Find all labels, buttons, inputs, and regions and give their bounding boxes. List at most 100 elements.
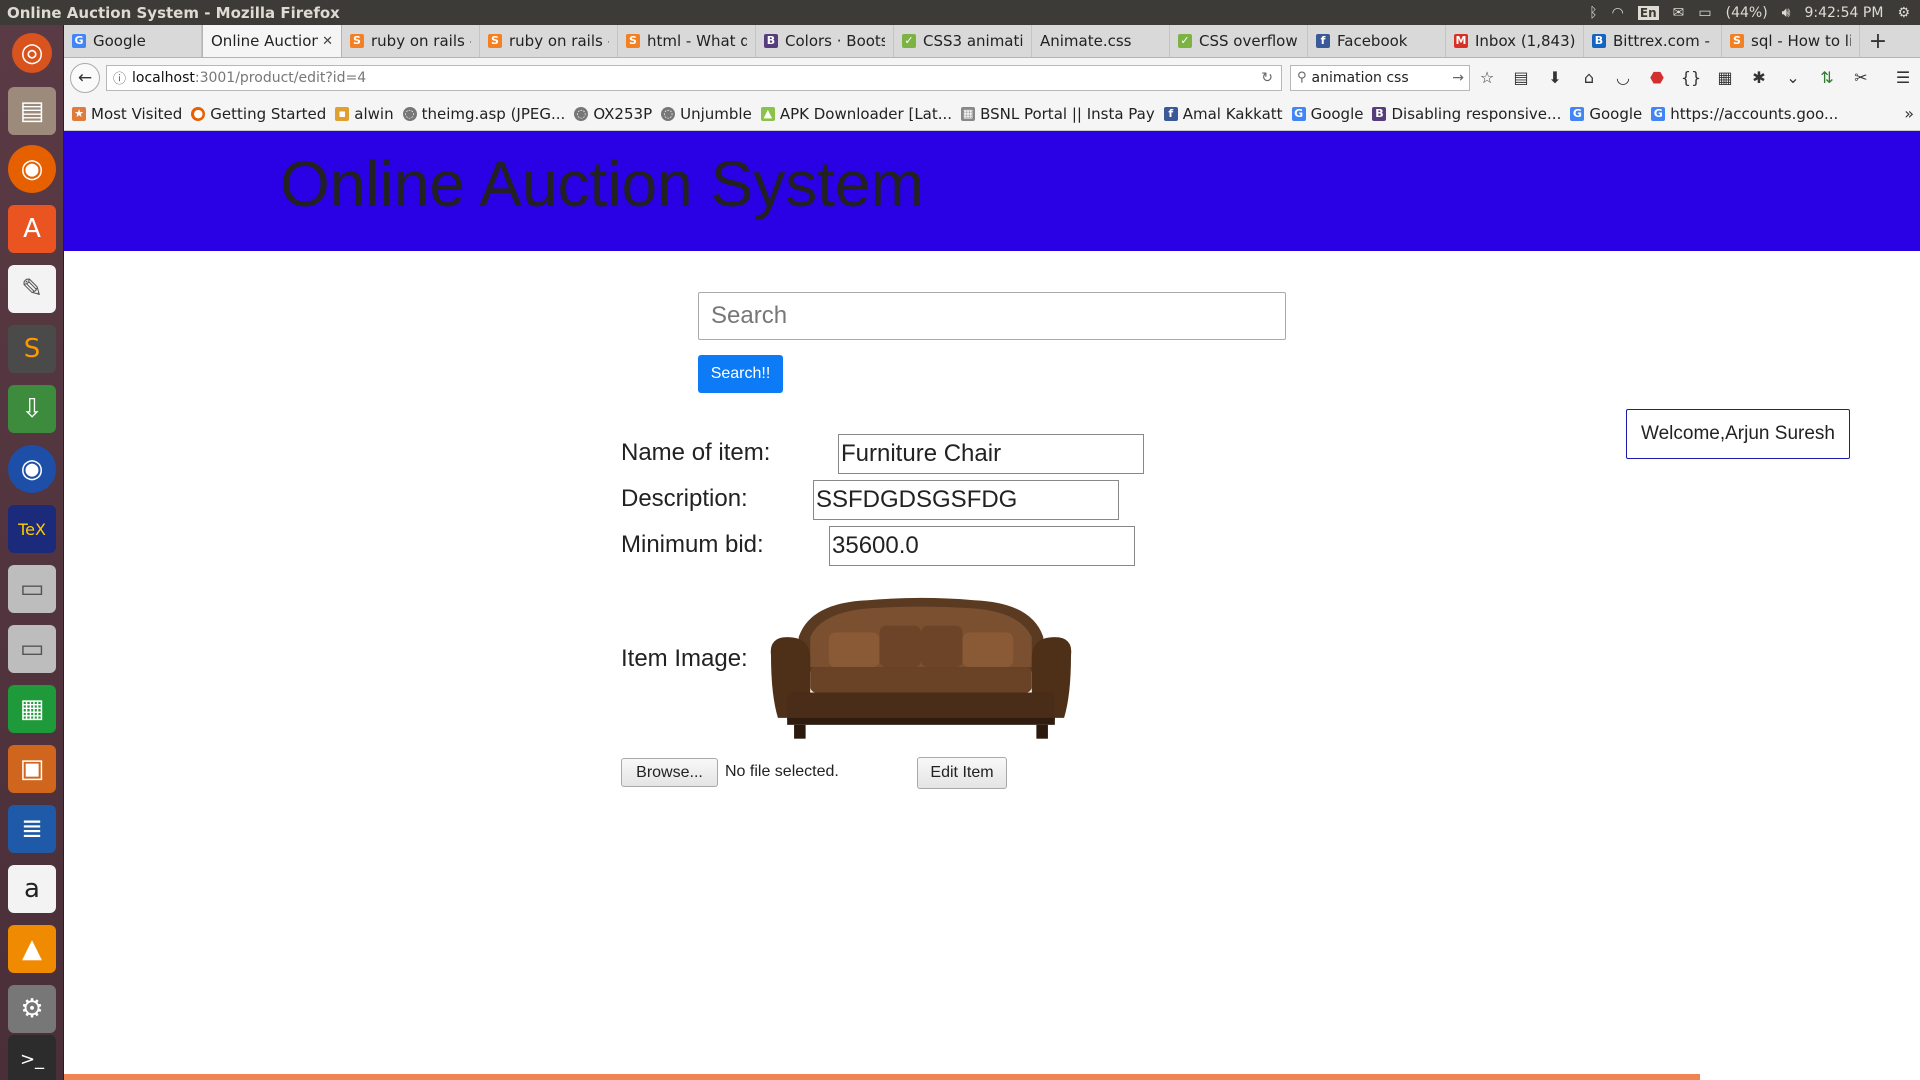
drive-icon[interactable]: ▭ (8, 565, 56, 613)
bookmark-item[interactable]: ▲ APK Downloader [Lat... (760, 105, 952, 123)
browser-tab-strip: G Google Online Auction ✕ Sruby on rails -… (64, 25, 1920, 58)
tab-bittrex[interactable]: B Bittrex.com - (1584, 25, 1722, 57)
tab-google[interactable]: G Google (64, 25, 202, 57)
battery-icon[interactable]: ▭ (1698, 5, 1711, 21)
sync-arrows-icon[interactable]: ⇅ (1810, 68, 1844, 87)
settings-gear-icon[interactable]: ⚙ (1897, 5, 1910, 21)
browse-file-button[interactable]: Browse... (621, 758, 718, 787)
minimum-bid-field[interactable] (829, 526, 1135, 566)
window-title: Online Auction System - Mozilla Firefox (7, 3, 340, 22)
vlc-icon[interactable]: ▲ (8, 925, 56, 973)
volume-icon[interactable]: 🔊︎ (1782, 5, 1791, 21)
file-selection-status: No file selected. (725, 763, 839, 780)
tab-html-what[interactable]: Shtml - What d (618, 25, 756, 57)
text-editor-icon[interactable]: ✎ (8, 265, 56, 313)
bookmark-label: Most Visited (91, 104, 183, 123)
terminal-download-icon[interactable]: ⇩ (8, 385, 56, 433)
new-tab-button[interactable]: + (1860, 25, 1896, 57)
drive-2-icon[interactable]: ▭ (8, 625, 56, 673)
qr-code-icon[interactable]: ▦ (1708, 68, 1742, 87)
url-bar[interactable]: ⓘ localhost:3001/product/edit?id=4 ↻ (106, 64, 1282, 91)
bookmark-item[interactable]: ▦ BSNL Portal || Insta Pay (961, 105, 1155, 123)
software-center-icon[interactable]: A (8, 205, 56, 253)
search-go-arrow-icon[interactable]: → (1452, 70, 1464, 86)
bookmark-item[interactable]: ◌ OX253P (574, 105, 652, 123)
bookmark-item[interactable]: G Google (1570, 105, 1642, 123)
welcome-user-box[interactable]: Welcome,Arjun Suresh (1626, 409, 1850, 459)
json-braces-icon[interactable]: {} (1674, 68, 1708, 87)
firefox-icon[interactable]: ◉ (8, 145, 56, 193)
tab-animate-css[interactable]: Animate.css (1032, 25, 1170, 57)
ubuntu-dash-icon[interactable]: ◎ (12, 33, 52, 73)
url-path: :3001/product/edit?id=4 (194, 69, 367, 86)
description-field[interactable] (813, 480, 1119, 520)
globe-icon: ◌ (661, 106, 676, 121)
firefox-dev-icon[interactable]: ◉ (8, 445, 56, 493)
sublime-text-icon[interactable]: S (8, 325, 56, 373)
name-of-item-field[interactable] (838, 434, 1144, 474)
adblock-icon[interactable]: ⬣ (1640, 68, 1674, 87)
tab-label: Bittrex.com - (1613, 32, 1710, 50)
tools-icon[interactable]: ✂ (1844, 68, 1878, 87)
reload-icon[interactable]: ↻ (1261, 70, 1273, 86)
unity-launcher: ◎ ▤ ◉ A ✎ S ⇩ ◉ TeX ▭ ▭ ▦ ▣ ≣ a ▲ ⚙ >_ (0, 25, 64, 1080)
bookmark-item[interactable]: Ghttps://accounts.goo... (1651, 105, 1838, 123)
bookmark-item[interactable]: G Google (1291, 105, 1363, 123)
bookmark-item[interactable]: B Disabling responsive... (1372, 105, 1561, 123)
dropdown-chevron-icon[interactable]: ⌄ (1776, 68, 1810, 87)
bookmark-item[interactable]: ◌ theimg.asp (JPEG... (402, 105, 565, 123)
google-icon: G (1570, 106, 1585, 121)
bookmark-item[interactable]: ◌ Unjumble (661, 105, 752, 123)
bluetooth-icon[interactable]: ᛒ (1589, 5, 1597, 21)
tab-sql-how-to[interactable]: Ssql - How to li (1722, 25, 1860, 57)
tab-css-overflow[interactable]: ✓ CSS overflow (1170, 25, 1308, 57)
search-input[interactable] (698, 292, 1286, 340)
tab-online-auction[interactable]: Online Auction ✕ (202, 25, 342, 57)
system-settings-icon[interactable]: ⚙ (8, 985, 56, 1033)
stackoverflow-icon: S (626, 34, 640, 48)
bookmarks-overflow-chevron-icon[interactable]: » (1904, 104, 1914, 123)
extension-icon[interactable]: ✱ (1742, 68, 1776, 87)
tab-label: sql - How to li (1751, 32, 1851, 50)
home-icon[interactable]: ⌂ (1572, 68, 1606, 87)
globe-icon: ◌ (402, 106, 417, 121)
tab-ruby-on-rails-1[interactable]: Sruby on rails - (342, 25, 480, 57)
bootstrap-icon: B (764, 34, 778, 48)
libreoffice-calc-icon[interactable]: ▦ (8, 685, 56, 733)
item-image-sofa (770, 597, 1072, 739)
description-label: Description: (621, 485, 748, 512)
terminal-icon[interactable]: >_ (8, 1035, 56, 1080)
bookmark-item[interactable]: ★ Most Visited (72, 105, 182, 123)
folder-icon: ▪ (335, 106, 350, 121)
tab-ruby-on-rails-2[interactable]: Sruby on rails - (480, 25, 618, 57)
browser-search-field[interactable]: ⚲ animation css → (1290, 64, 1470, 91)
keyboard-lang-indicator[interactable]: En (1637, 5, 1659, 20)
wifi-icon[interactable]: ◠ (1612, 5, 1624, 21)
bookmark-item[interactable]: ▪ alwin (335, 105, 394, 123)
bookmark-star-icon[interactable]: ☆ (1470, 68, 1504, 87)
amazon-icon[interactable]: a (8, 865, 56, 913)
tab-facebook[interactable]: f Facebook (1308, 25, 1446, 57)
close-tab-icon[interactable]: ✕ (322, 34, 333, 49)
search-button[interactable]: Search!! (698, 355, 783, 393)
mail-icon[interactable]: ✉ (1673, 5, 1685, 21)
texmaker-icon[interactable]: TeX (8, 505, 56, 553)
reading-list-icon[interactable]: ▤ (1504, 68, 1538, 87)
libreoffice-impress-icon[interactable]: ▣ (8, 745, 56, 793)
bookmark-item[interactable]: ● Getting Started (191, 105, 326, 123)
menu-hamburger-icon[interactable]: ☰ (1886, 68, 1920, 87)
pocket-icon[interactable]: ◡ (1606, 68, 1640, 87)
download-icon[interactable]: ⬇ (1538, 68, 1572, 87)
back-button[interactable]: ← (70, 62, 100, 93)
edit-item-button[interactable]: Edit Item (917, 757, 1007, 789)
libreoffice-writer-icon[interactable]: ≣ (8, 805, 56, 853)
tab-colors-bootstrap[interactable]: B Colors · Boots (756, 25, 894, 57)
files-icon[interactable]: ▤ (8, 87, 56, 135)
item-image-label: Item Image: (621, 645, 748, 672)
bookmark-item[interactable]: f Amal Kakkatt (1163, 105, 1283, 123)
clock[interactable]: 9:42:54 PM (1804, 5, 1883, 21)
bookmark-label: Unjumble (680, 104, 752, 123)
tab-css3-animation[interactable]: ✓ CSS3 animatio (894, 25, 1032, 57)
tab-inbox[interactable]: M Inbox (1,843) (1446, 25, 1584, 57)
site-info-icon[interactable]: ⓘ (113, 68, 126, 87)
